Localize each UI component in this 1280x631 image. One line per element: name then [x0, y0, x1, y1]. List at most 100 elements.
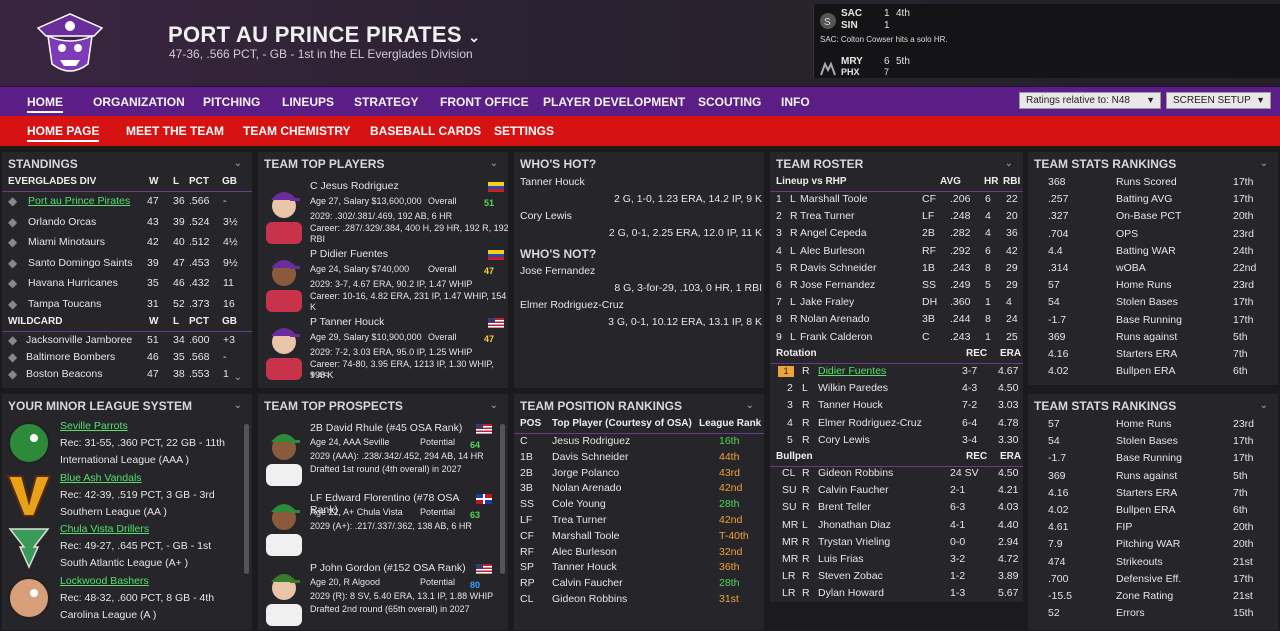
lineup-row[interactable]: 7 L Jake Fraley DH .360 1 4 — [770, 294, 1023, 311]
nav-lineups[interactable]: LINEUPS — [282, 95, 334, 109]
lineup-row[interactable]: 6 R Jose Fernandez SS .249 5 29 — [770, 277, 1023, 294]
lineup-row[interactable]: 5 R Davis Schneider 1B .243 8 29 — [770, 260, 1023, 277]
nav-organization[interactable]: ORGANIZATION — [93, 95, 185, 109]
tab-home-page[interactable]: HOME PAGE — [27, 124, 100, 142]
nav-front-office[interactable]: FRONT OFFICE — [440, 95, 529, 109]
stat-row[interactable]: 4.4 Batting WAR 24th — [1028, 243, 1278, 260]
standings-row[interactable]: ◆ Miami Minotaurs 42 40 .512 4½ — [2, 234, 252, 251]
stat-row[interactable]: .700 Defensive Eff. 17th — [1028, 571, 1278, 588]
stat-row[interactable]: 4.02 Bullpen ERA 6th — [1028, 502, 1278, 519]
player-name[interactable]: P Didier Fuentes — [310, 248, 388, 260]
stat-row[interactable]: 369 Runs against 5th — [1028, 468, 1278, 485]
position-row[interactable]: 1B Davis Schneider 44th — [514, 449, 764, 466]
tab-team-chemistry[interactable]: TEAM CHEMISTRY — [243, 124, 351, 138]
chevron-down-icon[interactable]: ⌄ — [234, 158, 242, 169]
player-name[interactable]: Elmer Rodriguez-Cruz — [520, 297, 764, 314]
stat-row[interactable]: -1.7 Base Running 17th — [1028, 312, 1278, 329]
rotation-row[interactable]: 2 L Wilkin Paredes 4-3 4.50 — [770, 380, 1023, 397]
stat-row[interactable]: 54 Stolen Bases 17th — [1028, 294, 1278, 311]
prospect-name[interactable]: 2B David Rhule (#45 OSA Rank) — [310, 422, 475, 434]
bullpen-row[interactable]: CL R Gideon Robbins 24 SV 4.50 — [770, 465, 1023, 482]
stat-row[interactable]: 474 Strikeouts 21st — [1028, 554, 1278, 571]
chevron-down-icon[interactable]: ⌄ — [490, 400, 498, 411]
player-avatar[interactable] — [264, 562, 304, 626]
lineup-row[interactable]: 2 R Trea Turner LF .248 4 20 — [770, 208, 1023, 225]
stat-row[interactable]: 52 Errors 15th — [1028, 605, 1278, 622]
top-player-card[interactable]: P Tanner Houck Age 29, Salary $10,900,000… — [258, 314, 508, 380]
standings-row[interactable]: ◆ Orlando Orcas 43 39 .524 3½ — [2, 214, 252, 231]
player-avatar[interactable] — [264, 180, 304, 244]
position-row[interactable]: C Jesus Rodriguez 16th — [514, 433, 764, 450]
prospect-card[interactable]: P John Gordon (#152 OSA Rank) Age 20, R A… — [258, 560, 503, 626]
tab-meet-the-team[interactable]: MEET THE TEAM — [126, 124, 224, 138]
bullpen-row[interactable]: MR L Jhonathan Diaz 4-1 4.40 — [770, 517, 1023, 534]
scoreboard[interactable]: S SAC 1 4th SIN 1 SAC: Colton Cowser hit… — [813, 4, 1280, 78]
player-avatar[interactable] — [264, 492, 304, 556]
position-row[interactable]: CL Gideon Robbins 31st — [514, 591, 764, 608]
wildcard-row[interactable]: ◆ Jacksonville Jamboree 51 34 .600 +3 — [2, 332, 252, 349]
player-name[interactable]: Tanner Houck — [520, 174, 764, 191]
minor-team-name[interactable]: Blue Ash Vandals — [60, 472, 142, 484]
stat-row[interactable]: 369 Runs against 5th — [1028, 329, 1278, 346]
bullpen-row[interactable]: SU R Brent Teller 6-3 4.03 — [770, 499, 1023, 516]
nav-pitching[interactable]: PITCHING — [203, 95, 260, 109]
chevron-down-icon[interactable]: ⌄ — [468, 29, 480, 45]
stat-row[interactable]: .257 Batting AVG 17th — [1028, 191, 1278, 208]
rotation-row[interactable]: 1 R Didier Fuentes 3-7 4.67 — [770, 363, 1023, 380]
player-avatar[interactable] — [264, 316, 304, 380]
player-name[interactable]: Jose Fernandez — [520, 263, 764, 280]
scrollbar[interactable] — [244, 424, 249, 574]
bullpen-row[interactable]: SU R Calvin Faucher 2-1 4.21 — [770, 482, 1023, 499]
bullpen-row[interactable]: LR R Dylan Howard 1-3 5.67 — [770, 585, 1023, 602]
player-name[interactable]: P Tanner Houck — [310, 316, 384, 328]
bullpen-row[interactable]: LR R Steven Zobac 1-2 3.89 — [770, 568, 1023, 585]
position-row[interactable]: SP Tanner Houck 36th — [514, 559, 764, 576]
bullpen-row[interactable]: MR R Trystan Vrieling 0-0 2.94 — [770, 534, 1023, 551]
minor-team[interactable]: Blue Ash Vandals Rec: 42-39, .519 PCT, 3 … — [2, 470, 247, 520]
minor-team-name[interactable]: Lockwood Bashers — [60, 575, 149, 587]
stat-row[interactable]: .327 On-Base PCT 20th — [1028, 208, 1278, 225]
stat-row[interactable]: 4.16 Starters ERA 7th — [1028, 346, 1278, 363]
chevron-down-icon[interactable]: ⌄ — [746, 400, 754, 411]
lineup-row[interactable]: 3 R Angel Cepeda 2B .282 4 36 — [770, 225, 1023, 242]
tab-settings[interactable]: SETTINGS — [494, 124, 554, 138]
screen-setup-dropdown[interactable]: SCREEN SETUP ▼ — [1166, 92, 1271, 109]
stat-row[interactable]: -15.5 Zone Rating 21st — [1028, 588, 1278, 605]
rotation-row[interactable]: 4 R Elmer Rodriguez-Cruz 6-4 4.78 — [770, 415, 1023, 432]
stat-row[interactable]: 4.16 Starters ERA 7th — [1028, 485, 1278, 502]
minor-team-name[interactable]: Seville Parrots — [60, 420, 128, 432]
stat-row[interactable]: -1.7 Base Running 17th — [1028, 450, 1278, 467]
stat-row[interactable]: .314 wOBA 22nd — [1028, 260, 1278, 277]
standings-row[interactable]: ◆ Havana Hurricanes 35 46 .432 11 — [2, 275, 252, 292]
lineup-row[interactable]: 8 R Nolan Arenado 3B .244 8 24 — [770, 311, 1023, 328]
position-row[interactable]: RF Alec Burleson 32nd — [514, 544, 764, 561]
chevron-down-icon[interactable]: ⌄ — [490, 158, 498, 169]
top-player-card[interactable]: C Jesus Rodriguez Age 27, Salary $13,600,… — [258, 178, 508, 244]
prospect-name[interactable]: P John Gordon (#152 OSA Rank) — [310, 562, 475, 574]
bullpen-row[interactable]: MR R Luis Frias 3-2 4.72 — [770, 551, 1023, 568]
top-player-card[interactable]: P Didier Fuentes Age 24, Salary $740,000 O… — [258, 246, 508, 312]
tab-baseball-cards[interactable]: BASEBALL CARDS — [370, 124, 481, 138]
player-avatar[interactable] — [264, 422, 304, 486]
wildcard-row[interactable]: ◆ Baltimore Bombers 46 35 .568 - — [2, 349, 252, 366]
nav-home[interactable]: HOME — [27, 95, 63, 113]
minor-team[interactable]: Chula Vista Drillers Rec: 49-27, .645 PCT… — [2, 521, 247, 571]
chevron-down-icon[interactable]: ⌄ — [1260, 158, 1268, 169]
stat-row[interactable]: 368 Runs Scored 17th — [1028, 174, 1278, 191]
stat-row[interactable]: .704 OPS 23rd — [1028, 226, 1278, 243]
standings-row[interactable]: ◆ Tampa Toucans 31 52 .373 16 — [2, 296, 252, 313]
lineup-row[interactable]: 9 L Frank Calderon C .243 1 25 — [770, 329, 1023, 346]
nav-strategy[interactable]: STRATEGY — [354, 95, 418, 109]
scoreboard-game[interactable]: S SAC 1 4th SIN 1 — [814, 6, 1280, 36]
prospect-card[interactable]: 2B David Rhule (#45 OSA Rank) Age 24, AAA… — [258, 420, 503, 486]
lineup-row[interactable]: 1 L Marshall Toole CF .206 6 22 — [770, 191, 1023, 208]
stat-row[interactable]: 57 Home Runs 23rd — [1028, 416, 1278, 433]
position-row[interactable]: SS Cole Young 28th — [514, 496, 764, 513]
position-row[interactable]: 3B Nolan Arenado 42nd — [514, 480, 764, 497]
ratings-dropdown[interactable]: Ratings relative to: N48 ▼ — [1019, 92, 1161, 109]
stat-row[interactable]: 7.9 Pitching WAR 20th — [1028, 536, 1278, 553]
minor-team-name[interactable]: Chula Vista Drillers — [60, 523, 149, 535]
wildcard-row[interactable]: ◆ Boston Beacons 47 38 .553 1 — [2, 366, 252, 383]
nav-scouting[interactable]: SCOUTING — [698, 95, 761, 109]
standings-row[interactable]: ◆ Port au Prince Pirates 47 36 .566 - — [2, 193, 252, 210]
